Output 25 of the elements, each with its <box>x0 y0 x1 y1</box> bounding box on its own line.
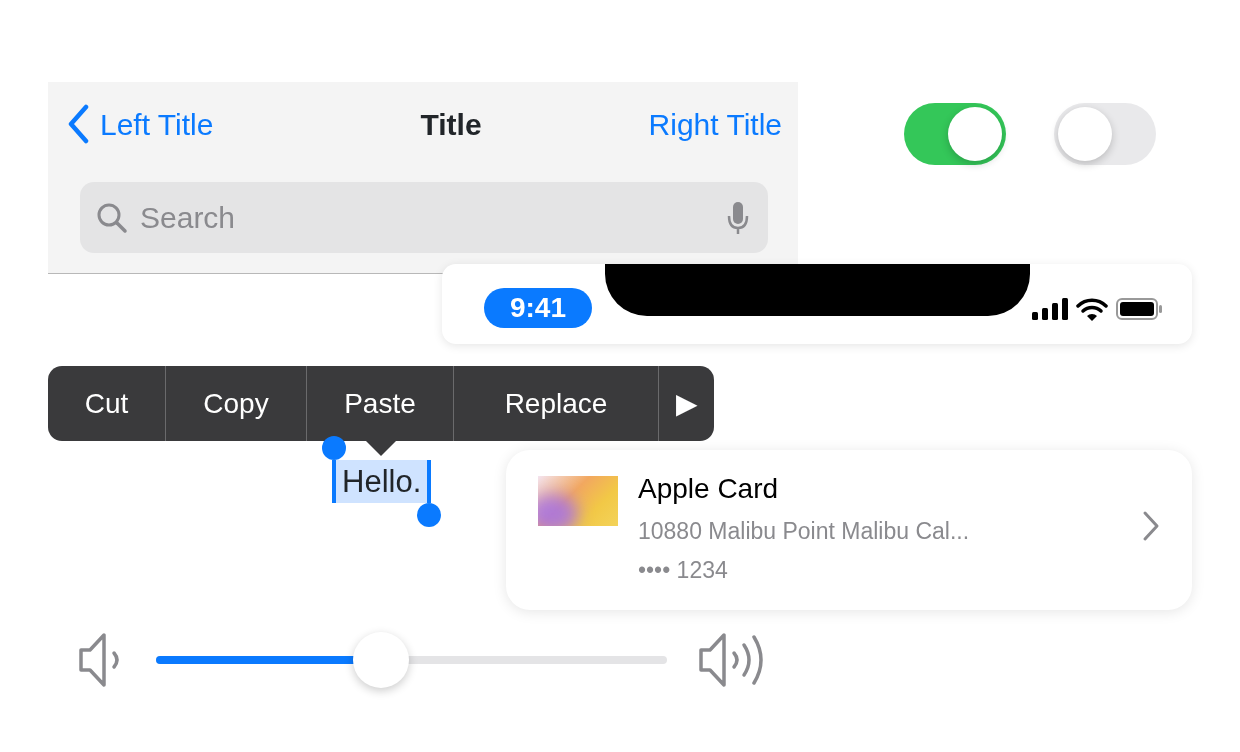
menu-item[interactable]: Cut <box>48 366 166 441</box>
time-label: 9:41 <box>484 288 592 328</box>
menu-item[interactable]: Replace <box>454 366 659 441</box>
microphone-icon[interactable] <box>726 200 750 236</box>
wifi-icon <box>1076 297 1108 321</box>
slider-thumb[interactable] <box>352 632 409 688</box>
selection-handle[interactable] <box>417 460 442 527</box>
search-field[interactable]: Search <box>80 182 768 253</box>
battery-icon <box>1116 298 1162 320</box>
chevron-right-icon <box>1142 510 1160 542</box>
selected-text: Hello. <box>336 460 428 503</box>
volume-slider[interactable] <box>156 632 667 688</box>
payment-card[interactable]: Apple Card 10880 Malibu Point Malibu Cal... •••• 1234 <box>506 450 1192 610</box>
card-number: •••• 1234 <box>638 555 729 585</box>
back-link[interactable]: Left Title <box>66 101 214 147</box>
toggle-switch[interactable] <box>1054 103 1156 165</box>
search-icon <box>96 202 128 234</box>
right-link[interactable]: Right Title <box>648 101 782 147</box>
menu-item[interactable]: Copy <box>166 366 307 441</box>
card-address: 10880 Malibu Point Malibu Cal... <box>638 517 971 546</box>
signal-icon <box>1032 298 1068 320</box>
card-title: Apple Card <box>638 472 780 506</box>
toggle-switch[interactable] <box>904 103 1006 165</box>
menu-item[interactable]: ▶ <box>659 366 714 441</box>
navigation-title: Title <box>420 106 482 143</box>
